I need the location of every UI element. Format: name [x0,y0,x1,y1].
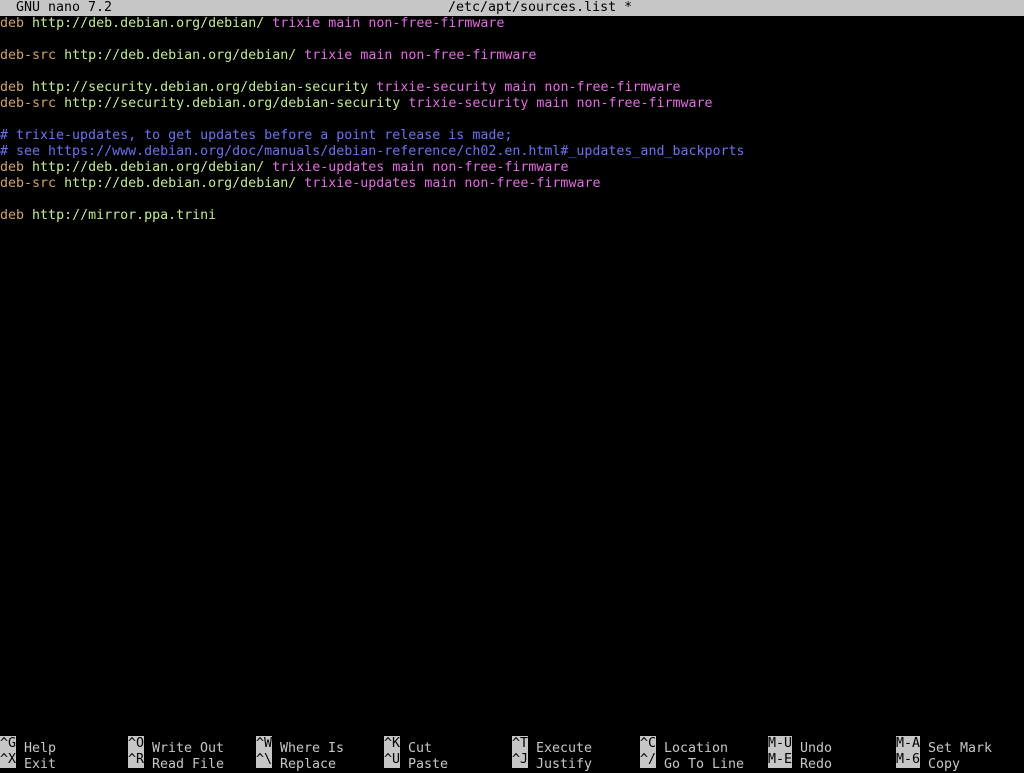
line-components: main non-free-firmware [392,160,569,175]
editor-line[interactable]: deb http://security.debian.org/debian-se… [0,80,1024,96]
shortcut-label: Replace [280,757,337,772]
editor-line[interactable]: deb-src http://deb.debian.org/debian/ tr… [0,176,1024,192]
line-components: main non-free-firmware [424,176,601,191]
line-suite: trixie-security [408,96,529,111]
line-keyword: deb-src [0,176,57,191]
editor-line[interactable]: deb http://deb.debian.org/debian/ trixie… [0,160,1024,176]
shortcut-label: Copy [928,757,961,772]
editor-line[interactable]: deb-src http://security.debian.org/debia… [0,96,1024,112]
line-url: http://deb.debian.org/debian/ [64,176,297,191]
shortcut-key: ^X [0,752,16,768]
editor-line-current[interactable]: deb http://mirror.ppa.trini [0,208,1024,224]
shortcut-key: ^W [256,736,272,752]
editor-area[interactable]: deb http://deb.debian.org/debian/ trixie… [0,16,1024,736]
line-url: http://deb.debian.org/debian/ [64,48,297,63]
line-url: http://deb.debian.org/debian/ [32,160,265,175]
shortcut-set-mark[interactable]: M-A Set Mark [896,736,992,756]
line-components: main non-free-firmware [360,48,537,63]
shortcut-go-to-line[interactable]: ^/ Go To Line [640,752,744,772]
shortcut-label: Paste [408,757,449,772]
shortcut-key: ^K [384,736,400,752]
editor-line[interactable]: deb http://deb.debian.org/debian/ trixie… [0,16,1024,32]
line-url: http://mirror.ppa.trini [32,208,217,223]
shortcut-label: Go To Line [664,757,745,772]
shortcut-key: ^O [128,736,144,752]
shortcut-paste[interactable]: ^U Paste [384,752,448,772]
shortcut-label: Exit [24,757,57,772]
shortcut-key: M-U [768,736,792,752]
shortcut-label: Read File [152,757,225,772]
line-url: http://deb.debian.org/debian/ [32,16,265,31]
shortcut-key: ^G [0,736,16,752]
line-suite: trixie [272,16,321,31]
shortcut-key: ^T [512,736,528,752]
line-keyword: deb [0,160,25,175]
line-keyword: deb [0,16,25,31]
shortcut-redo[interactable]: M-E Redo [768,752,832,772]
shortcut-copy[interactable]: M-6 Copy [896,752,960,772]
line-components: main non-free-firmware [504,80,681,95]
editor-line-blank[interactable] [0,192,1024,208]
line-comment: # trixie-updates, to get updates before … [0,128,513,143]
file-name: /etc/apt/sources.list * [448,0,633,15]
shortcut-where-is[interactable]: ^W Where Is [256,736,344,756]
shortcut-key: ^\ [256,752,272,768]
shortcut-write-out[interactable]: ^O Write Out [128,736,224,756]
line-url: http://security.debian.org/debian-securi… [32,80,369,95]
app-name: GNU nano 7.2 [16,0,113,15]
line-suite: trixie [304,48,353,63]
title-bar: GNU nano 7.2 /etc/apt/sources.list * [0,0,1024,16]
line-keyword: deb [0,208,25,223]
line-suite: trixie-updates [272,160,385,175]
shortcut-execute[interactable]: ^T Execute [512,736,592,756]
shortcut-key: ^C [640,736,656,752]
shortcut-help[interactable]: ^G Help [0,736,56,756]
shortcut-replace[interactable]: ^\ Replace [256,752,336,772]
shortcut-label: Redo [800,757,833,772]
shortcut-key: M-6 [896,752,920,768]
shortcut-read-file[interactable]: ^R Read File [128,752,224,772]
line-keyword: deb-src [0,48,57,63]
line-components: main non-free-firmware [328,16,505,31]
line-keyword: deb [0,80,25,95]
shortcut-cut[interactable]: ^K Cut [384,736,432,756]
shortcut-label: Justify [536,757,593,772]
line-comment: # see https://www.debian.org/doc/manuals… [0,144,745,159]
editor-line[interactable]: deb-src http://deb.debian.org/debian/ tr… [0,48,1024,64]
line-suite: trixie-updates [304,176,417,191]
editor-line-blank[interactable] [0,64,1024,80]
line-components: main non-free-firmware [536,96,713,111]
shortcut-key: ^/ [640,752,656,768]
editor-line-blank[interactable] [0,32,1024,48]
shortcut-key: ^J [512,752,528,768]
shortcut-undo[interactable]: M-U Undo [768,736,832,756]
editor-line-blank[interactable] [0,112,1024,128]
shortcut-justify[interactable]: ^J Justify [512,752,592,772]
shortcut-bar: ^G Help ^O Write Out ^W Where Is ^K Cut ^T Ex… [0,736,1024,772]
editor-line[interactable]: # see https://www.debian.org/doc/manuals… [0,144,1024,160]
shortcut-key: ^R [128,752,144,768]
editor-line[interactable]: # trixie-updates, to get updates before … [0,128,1024,144]
shortcut-exit[interactable]: ^X Exit [0,752,56,772]
shortcut-location[interactable]: ^C Location [640,736,728,756]
shortcut-key: M-E [768,752,792,768]
line-keyword: deb-src [0,96,57,111]
line-suite: trixie-security [376,80,497,95]
shortcut-key: ^U [384,752,400,768]
shortcut-key: M-A [896,736,920,752]
line-url: http://security.debian.org/debian-securi… [64,96,401,111]
